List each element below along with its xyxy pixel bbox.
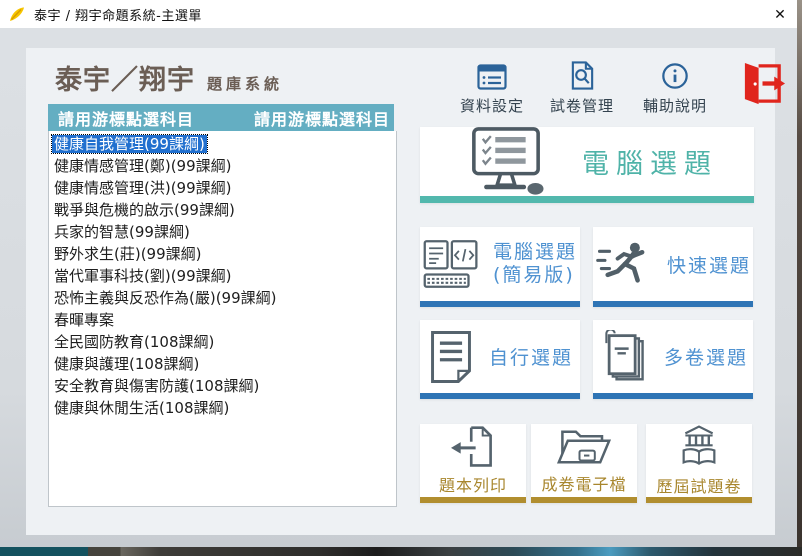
quick-select-button[interactable]: 快速選題	[593, 227, 753, 307]
efile-label: 成卷電子檔	[541, 471, 626, 495]
data-settings-label: 資料設定	[460, 95, 524, 116]
easy-label-line1: 電腦選題	[493, 241, 577, 264]
subject-list-header: 請用游標點選科目 請用游標點選科目	[48, 104, 394, 131]
exit-door-icon	[740, 60, 786, 108]
subject-list-header-right: 請用游標點選科目	[254, 106, 390, 130]
list-item[interactable]: 春暉專案	[52, 309, 396, 331]
subject-list-header-left: 請用游標點選科目	[58, 106, 194, 130]
quick-select-label: 快速選題	[667, 251, 751, 278]
brand-subtitle: 題庫系統	[207, 75, 283, 93]
list-item[interactable]: 戰爭與危機的啟示(99課綱)	[52, 199, 396, 221]
easy-label-line2: (簡易版)	[493, 264, 577, 287]
list-item[interactable]: 健康與護理(108課綱)	[52, 353, 396, 375]
list-item[interactable]: 野外求生(莊)(99課綱)	[52, 243, 396, 265]
efile-button[interactable]: 成卷電子檔	[531, 424, 637, 503]
computer-select-easy-button[interactable]: 電腦選題 (簡易版)	[420, 227, 580, 307]
computer-select-label: 電腦選題	[582, 142, 718, 181]
keyboard-code-icon	[423, 239, 479, 289]
open-folder-icon	[557, 426, 611, 468]
archive-book-icon	[675, 424, 723, 470]
list-item[interactable]: 兵家的智慧(99課綱)	[52, 221, 396, 243]
multi-select-button[interactable]: 多卷選題	[593, 320, 753, 399]
document-lines-icon	[427, 330, 475, 384]
self-select-button[interactable]: 自行選題	[420, 320, 580, 399]
multi-select-label: 多卷選題	[664, 343, 748, 370]
self-select-label: 自行選題	[489, 343, 573, 370]
help-label: 輔助說明	[643, 95, 707, 116]
window-title: 泰宇 / 翔宇命題系統-主選單	[34, 5, 202, 24]
past-exams-button[interactable]: 歷屆試題卷	[646, 424, 752, 503]
subject-listbox[interactable]: 健康自我管理(99課綱) 健康情感管理(鄭)(99課綱) 健康情感管理(洪)(9…	[48, 131, 397, 507]
exam-management-icon	[569, 62, 596, 90]
list-item[interactable]: 健康與休閒生活(108課綱)	[52, 397, 396, 419]
exit-button[interactable]	[740, 60, 784, 108]
data-settings-button[interactable]: 資料設定	[452, 62, 532, 116]
print-booklet-button[interactable]: 題本列印	[420, 424, 526, 503]
stacked-papers-icon	[598, 330, 650, 384]
help-button[interactable]: 輔助說明	[635, 62, 715, 116]
brand-header: 泰宇／翔宇題庫系統	[55, 58, 283, 97]
computer-checklist-icon	[456, 126, 556, 198]
page-arrow-icon	[448, 425, 498, 469]
list-item[interactable]: 健康情感管理(洪)(99課綱)	[52, 177, 396, 199]
list-item[interactable]: 全民國防教育(108課綱)	[52, 331, 396, 353]
list-item[interactable]: 安全教育與傷害防護(108課綱)	[52, 375, 396, 397]
app-window: 泰宇 / 翔宇命題系統-主選單 ✕ 泰宇／翔宇題庫系統 請用游標點選科目 請用游…	[0, 0, 802, 556]
app-logo-icon	[8, 5, 26, 23]
exam-management-label: 試卷管理	[550, 95, 614, 116]
title-bar: 泰宇 / 翔宇命題系統-主選單 ✕	[0, 0, 802, 28]
desktop-edge	[797, 0, 802, 547]
print-booklet-label: 題本列印	[439, 472, 507, 496]
computer-select-button[interactable]: 電腦選題	[420, 127, 754, 203]
toolbar: 資料設定 試卷管理	[420, 62, 775, 122]
past-exams-label: 歷屆試題卷	[656, 473, 741, 497]
taskbar-edge	[0, 547, 802, 556]
main-panel: 泰宇／翔宇題庫系統 請用游標點選科目 請用游標點選科目 健康自我管理(99課綱)…	[26, 48, 775, 535]
list-item[interactable]: 健康自我管理(99課綱)	[52, 133, 396, 155]
list-item[interactable]: 當代軍事科技(劉)(99課綱)	[52, 265, 396, 287]
brand-title: 泰宇／翔宇	[55, 65, 195, 96]
close-icon[interactable]: ✕	[770, 5, 790, 25]
data-settings-icon	[477, 62, 507, 90]
runner-icon	[595, 240, 653, 288]
list-item[interactable]: 健康情感管理(鄭)(99課綱)	[52, 155, 396, 177]
help-icon	[661, 62, 689, 90]
exam-management-button[interactable]: 試卷管理	[542, 62, 622, 116]
list-item[interactable]: 恐怖主義與反恐作為(嚴)(99課綱)	[52, 287, 396, 309]
